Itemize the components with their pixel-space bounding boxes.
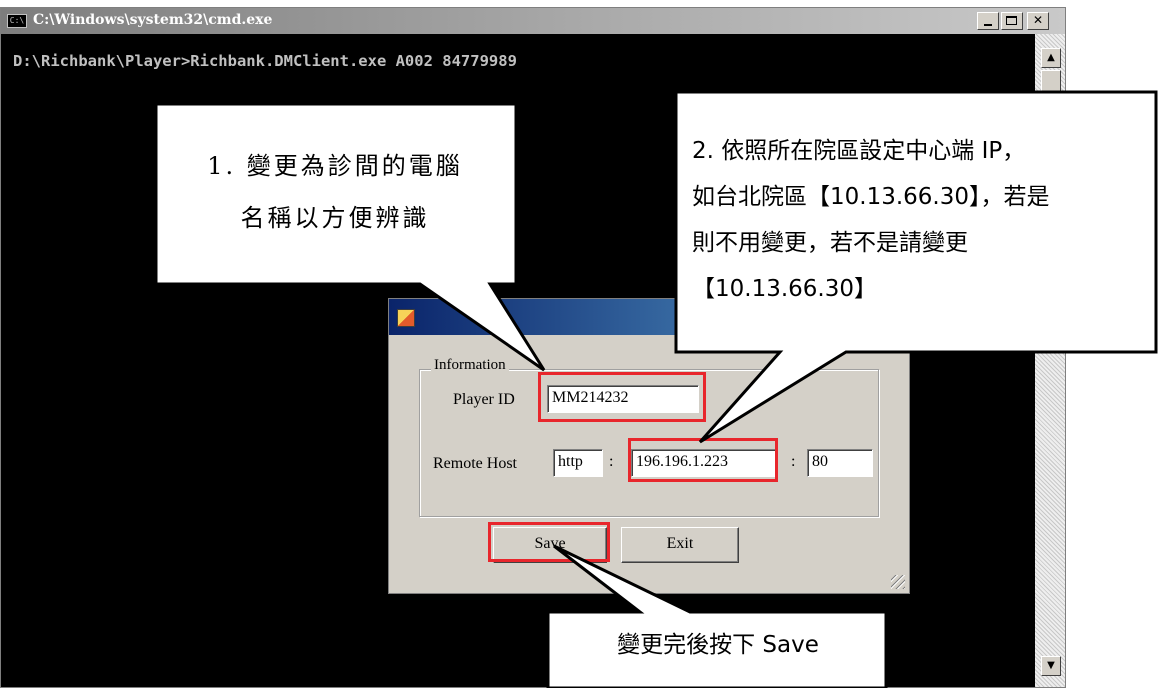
callout-2-line: 【10.13.66.30】	[692, 276, 877, 302]
callout-2-text: 2. 依照所在院區設定中心端 IP， 如台北院區【10.13.66.30】，若是…	[692, 128, 1152, 312]
callout-1-line: 名稱以方便辨識	[240, 204, 430, 232]
callout-shapes	[154, 90, 1158, 688]
callout-1-text: 1. 變更為診間的電腦 名稱以方便辨識	[160, 140, 510, 244]
callout-2-line: 則不用變更，若不是請變更	[692, 230, 968, 256]
callout-3-text: 變更完後按下 Save	[617, 632, 819, 658]
callout-2-line: 2. 依照所在院區設定中心端 IP，	[692, 138, 1026, 164]
callout-1-line: 1. 變更為診間的電腦	[207, 152, 463, 180]
callout-2-line: 如台北院區【10.13.66.30】，若是	[692, 184, 1050, 210]
